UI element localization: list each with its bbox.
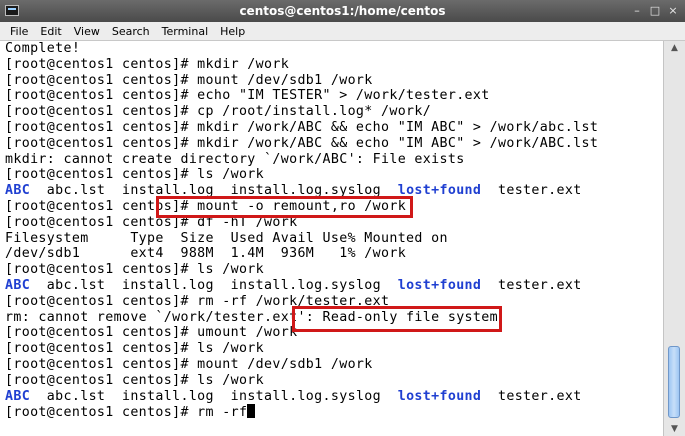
terminal-text: [root@centos1 centos]# mkdir /work/ABC &… [5,119,599,135]
directory-name: ABC [5,183,31,199]
terminal-text: [root@centos1 centos]# df -hT /work [5,214,298,230]
close-button[interactable]: × [665,3,681,19]
terminal-text: [root@centos1 centos]# ls /work [5,372,265,388]
terminal-text: Complete! [5,41,81,56]
terminal-text: [root@centos1 centos]# mount /dev/sdb1 /… [5,72,373,88]
terminal-text: [root@centos1 centos]# rm -rf [5,405,248,421]
menu-edit[interactable]: Edit [34,22,67,41]
terminal-line: rm: cannot remove `/work/tester.ext': Re… [5,310,598,326]
terminal-text: rm: cannot remove `/work/tester.ext': Re… [5,309,498,325]
terminal-line: [root@centos1 centos]# rm -rf /work/test… [5,294,598,310]
terminal-text: /dev/sdb1 ext4 988M 1.4M 936M 1% /work [5,246,407,262]
terminal-text: abc.lst install.log install.log.syslog [30,277,398,293]
terminal-line: [root@centos1 centos]# umount /work [5,325,598,341]
terminal-line: [root@centos1 centos]# mount /dev/sdb1 /… [5,73,598,89]
menu-terminal[interactable]: Terminal [156,22,215,41]
terminal-text: [root@centos1 centos]# umount /work [5,325,298,341]
scroll-down-arrow-icon[interactable]: ▼ [664,422,685,436]
terminal-line: ABC abc.lst install.log install.log.sysl… [5,278,598,294]
terminal-text: tester.ext [481,183,582,199]
terminal-line: [root@centos1 centos]# mkdir /work/ABC &… [5,136,598,152]
terminal-line: [root@centos1 centos]# df -hT /work [5,215,598,231]
text-cursor [247,404,256,419]
directory-name: ABC [5,277,31,293]
terminal-line: [root@centos1 centos]# mkdir /work [5,57,598,73]
terminal-line: [root@centos1 centos]# rm -rf [5,404,598,420]
maximize-button[interactable]: □ [647,3,663,19]
directory-name: ABC [5,388,31,404]
terminal-line: mkdir: cannot create directory `/work/AB… [5,152,598,168]
scroll-up-arrow-icon[interactable]: ▲ [664,41,685,55]
terminal-line: [root@centos1 centos]# mount -o remount,… [5,199,598,215]
terminal-text: Filesystem Type Size Used Avail Use% Mou… [5,230,448,246]
directory-name: lost+found [397,277,482,293]
terminal-text: abc.lst install.log install.log.syslog [30,183,398,199]
terminal-line: ABC abc.lst install.log install.log.sysl… [5,389,598,405]
terminal-text: tester.ext [481,277,582,293]
menu-help[interactable]: Help [214,22,251,41]
terminal-text: [root@centos1 centos]# mount -o remount,… [5,198,407,214]
terminal-line: ABC abc.lst install.log install.log.sysl… [5,183,598,199]
minimize-button[interactable]: – [629,3,645,19]
terminal-lines: Complete! [root@centos1 centos]# mkdir /w… [5,41,598,420]
directory-name: lost+found [397,388,482,404]
terminal-line: [root@centos1 centos]# ls /work [5,341,598,357]
menu-file[interactable]: File [4,22,34,41]
terminal-text: [root@centos1 centos]# rm -rf /work/test… [5,293,390,309]
window-controls: – □ × [629,3,681,19]
terminal-scrollbar[interactable]: ▲ ▼ [663,41,685,436]
terminal-output[interactable]: Complete! [root@centos1 centos]# mkdir /w… [0,41,663,436]
terminal-text: [root@centos1 centos]# mount /dev/sdb1 /… [5,356,373,372]
terminal-line: [root@centos1 centos]# cp /root/install.… [5,104,598,120]
terminal-text: [root@centos1 centos]# ls /work [5,262,265,278]
scrollbar-thumb[interactable] [668,346,680,418]
terminal-line: [root@centos1 centos]# ls /work [5,262,598,278]
terminal-text: [root@centos1 centos]# cp /root/install.… [5,104,432,120]
terminal-line: [root@centos1 centos]# echo "IM TESTER" … [5,88,598,104]
terminal-line: Filesystem Type Size Used Avail Use% Mou… [5,231,598,247]
menu-bar: File Edit View Search Terminal Help [0,22,685,41]
terminal-text: [root@centos1 centos]# ls /work [5,167,265,183]
terminal-line: [root@centos1 centos]# ls /work [5,373,598,389]
terminal-text: abc.lst install.log install.log.syslog [30,388,398,404]
directory-name: lost+found [397,183,482,199]
terminal-text: tester.ext [481,388,582,404]
terminal-text: mkdir: cannot create directory `/work/AB… [5,151,465,167]
terminal-text: [root@centos1 centos]# mkdir /work [5,56,290,72]
terminal-line: [root@centos1 centos]# mount /dev/sdb1 /… [5,357,598,373]
terminal-line: [root@centos1 centos]# ls /work [5,167,598,183]
menu-search[interactable]: Search [106,22,156,41]
terminal-text: [root@centos1 centos]# echo "IM TESTER" … [5,88,490,104]
menu-view[interactable]: View [68,22,106,41]
window-titlebar[interactable]: centos@centos1:/home/centos – □ × [0,0,685,23]
terminal-line: [root@centos1 centos]# mkdir /work/ABC &… [5,120,598,136]
terminal-text: [root@centos1 centos]# mkdir /work/ABC &… [5,135,599,151]
terminal-line: /dev/sdb1 ext4 988M 1.4M 936M 1% /work [5,246,598,262]
terminal-text: [root@centos1 centos]# ls /work [5,341,265,357]
window-title: centos@centos1:/home/centos [239,4,446,18]
terminal-line: Complete! [5,41,598,57]
